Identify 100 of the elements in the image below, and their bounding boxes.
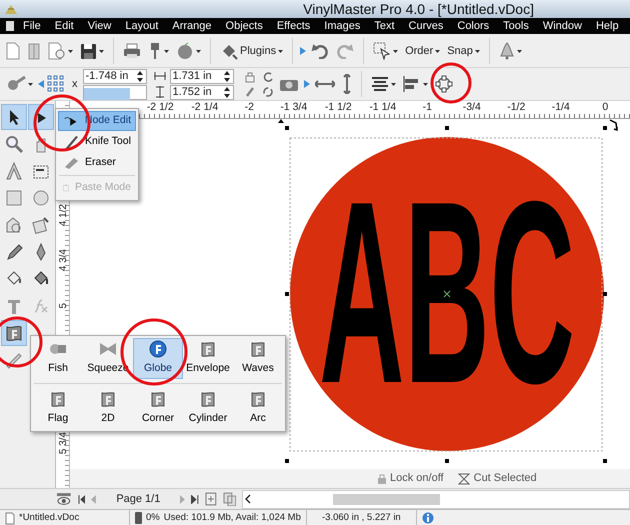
envelope-option[interactable]: Flag [33, 388, 83, 429]
scroll-left-icon[interactable] [243, 494, 254, 504]
printer-icon [123, 43, 141, 59]
menu-item[interactable]: Arrange [165, 18, 219, 34]
spinner-icon[interactable] [222, 86, 230, 98]
ruler-label: 4 1/2 [57, 204, 70, 227]
memory-usage: Used: 101.9 Mb, Avail: 1,024 Mb [164, 510, 301, 525]
action-link[interactable]: Lock on/off [390, 470, 444, 487]
caret-icon [516, 50, 522, 52]
add-page-icon[interactable] [205, 492, 217, 506]
menu-item[interactable]: Images [317, 18, 368, 34]
caret-icon [28, 82, 33, 86]
save-button[interactable] [78, 42, 106, 60]
cursor-coordinates: -3.060 in , 5.227 in [322, 510, 401, 525]
rotate-icon[interactable] [262, 70, 274, 82]
panel-icon [149, 390, 167, 408]
lock-icon[interactable] [244, 70, 254, 82]
envelope-option[interactable]: Corner [133, 388, 183, 429]
menu-item[interactable]: Layout [118, 18, 166, 34]
eye-icon[interactable] [56, 492, 72, 506]
horizontal-move-button[interactable] [312, 78, 336, 90]
vertical-arrows-icon [342, 74, 352, 94]
menu-item[interactable]: Curves [402, 18, 450, 34]
play-icon [304, 80, 310, 88]
globe-icon [149, 340, 167, 358]
spinner-icon[interactable] [222, 70, 230, 82]
first-page-icon[interactable] [78, 494, 86, 504]
caret-icon [68, 50, 73, 52]
selection-handle[interactable] [445, 459, 449, 463]
y-input-field[interactable] [82, 84, 146, 100]
menu-item[interactable]: Knife Tool [58, 132, 136, 152]
window-title: VinylMaster Pro 4.0 - [*Untitled.vDoc] [303, 0, 534, 19]
memory-chip-icon [135, 512, 142, 524]
new-document-button[interactable] [4, 41, 22, 61]
align-lines-icon [370, 76, 388, 92]
menu-item[interactable]: Effects [270, 18, 318, 34]
menu-item[interactable]: Tools [496, 18, 536, 34]
menu-item[interactable]: Eraser [58, 153, 136, 173]
selection-handle[interactable] [445, 126, 449, 130]
width-input-field[interactable]: 1.731 in [170, 68, 234, 84]
refresh-icon[interactable] [262, 86, 274, 98]
envelope-option[interactable]: Waves [233, 338, 283, 379]
node-arrow-icon [63, 114, 79, 128]
menu-item[interactable]: View [80, 18, 118, 34]
selection-button[interactable] [371, 41, 400, 61]
x-input-field[interactable]: -1.748 in [82, 68, 146, 84]
book-icon [27, 42, 41, 60]
width-icon [154, 71, 166, 81]
envelope-option[interactable]: Cylinder [183, 388, 233, 429]
envelope-option[interactable]: 2D [83, 388, 133, 429]
scrollbar-thumb[interactable] [333, 494, 440, 504]
menu-item[interactable]: Objects [218, 18, 270, 34]
back-arrow-icon [38, 80, 44, 88]
recent-documents-button[interactable] [46, 41, 75, 61]
shape-pencil-icon [31, 215, 51, 235]
tool-button[interactable] [1, 104, 27, 130]
page-indicator: Page 1/1 [116, 492, 160, 507]
distorted-panel-icon [4, 323, 24, 343]
menu-item[interactable]: Colors [450, 18, 496, 34]
snap-button[interactable]: Snap [445, 44, 482, 58]
action-link[interactable]: Cut Selected [474, 470, 537, 487]
info-icon[interactable] [422, 512, 434, 524]
panel-icon [99, 390, 117, 408]
ruler-label: -1 3/4 [279, 101, 308, 115]
ruler-label: -1 1/2 [324, 101, 353, 115]
envelope-option[interactable]: Arc [233, 388, 283, 429]
ruler-label: -1 1/4 [368, 101, 398, 115]
rotate-handle-icon[interactable] [609, 119, 618, 132]
print-button[interactable] [121, 42, 143, 60]
envelope-option[interactable]: Globe [133, 338, 183, 379]
selection-handle[interactable] [285, 459, 289, 463]
panel-icon [199, 340, 217, 358]
selection-handle[interactable] [603, 126, 607, 130]
distribute-button[interactable] [400, 75, 430, 93]
eraser-icon [63, 156, 79, 170]
menu-item[interactable]: Window [536, 18, 589, 34]
spinner-icon[interactable] [136, 70, 144, 82]
menu-item[interactable]: File [16, 18, 48, 34]
selection-handle[interactable] [285, 292, 289, 296]
tool-button[interactable] [1, 320, 27, 346]
envelope-option[interactable]: Envelope [183, 338, 233, 379]
node-circle-button[interactable] [432, 74, 454, 94]
order-button[interactable]: Order [403, 44, 442, 58]
selection-handle[interactable] [285, 126, 289, 130]
horizontal-scrollbar[interactable] [242, 490, 630, 508]
last-page-icon[interactable] [191, 494, 200, 504]
selection-handle[interactable] [603, 459, 607, 463]
envelope-option[interactable]: Fish [33, 338, 83, 379]
menu-item[interactable]: Text [367, 18, 402, 34]
ruler-label: -2 1/2 [146, 101, 175, 115]
selection-handle[interactable] [603, 292, 607, 296]
menu-item[interactable]: Help [588, 18, 626, 34]
plugins-button[interactable]: Plugins [218, 41, 286, 61]
copy-page-icon[interactable] [222, 492, 236, 506]
pin-icon [148, 42, 162, 60]
menu-item[interactable]: Edit [48, 18, 81, 34]
pencil-icon [4, 242, 24, 262]
link-icon[interactable] [244, 86, 254, 98]
height-input-field[interactable]: 1.752 in [170, 84, 234, 100]
ruler-label: -3/4 [462, 101, 482, 115]
